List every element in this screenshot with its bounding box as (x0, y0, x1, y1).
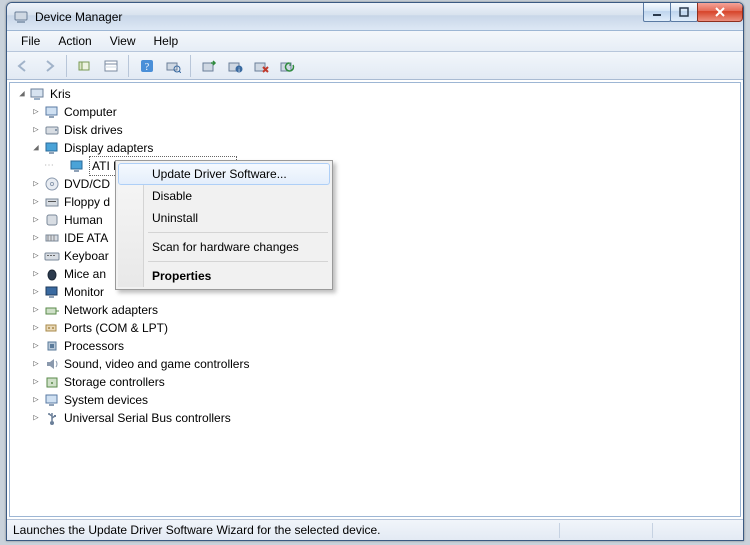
expand-icon[interactable]: ▷ (30, 265, 42, 283)
hid-icon (44, 212, 60, 228)
expand-icon[interactable]: ▷ (30, 373, 42, 391)
expand-icon[interactable]: ▷ (30, 175, 42, 193)
menu-file[interactable]: File (13, 32, 48, 50)
tree-item-network[interactable]: ▷ Network adapters (30, 301, 740, 319)
context-menu: Update Driver Software... Disable Uninst… (115, 160, 333, 290)
menu-action[interactable]: Action (50, 32, 99, 50)
scan-hardware-button[interactable] (161, 55, 185, 77)
app-icon (13, 9, 29, 25)
keyboard-icon (44, 248, 60, 264)
dvd-icon (44, 176, 60, 192)
window-title: Device Manager (35, 10, 122, 24)
expand-icon[interactable]: ▷ (30, 355, 42, 373)
maximize-button[interactable] (670, 2, 698, 22)
disable-button[interactable] (249, 55, 273, 77)
properties-pane-button[interactable] (99, 55, 123, 77)
svg-text:?: ? (145, 62, 150, 73)
monitor-icon (44, 284, 60, 300)
update-driver-button[interactable] (197, 55, 221, 77)
ctx-update-driver[interactable]: Update Driver Software... (118, 163, 330, 185)
ports-icon (44, 320, 60, 336)
expand-icon[interactable]: ▷ (30, 121, 42, 139)
ctx-properties[interactable]: Properties (118, 265, 330, 287)
uninstall-button[interactable]: i (223, 55, 247, 77)
expand-icon[interactable]: ▷ (30, 301, 42, 319)
tree-item-display-adapters[interactable]: ◢ Display adapters (30, 139, 740, 157)
ctx-disable[interactable]: Disable (118, 185, 330, 207)
system-icon (44, 392, 60, 408)
statusbar-text: Launches the Update Driver Software Wiza… (13, 523, 557, 537)
titlebar[interactable]: Device Manager (7, 3, 743, 31)
minimize-button[interactable] (643, 2, 671, 22)
expand-icon[interactable]: ▷ (30, 337, 42, 355)
tree-item-storage[interactable]: ▷ Storage controllers (30, 373, 740, 391)
collapse-icon[interactable]: ◢ (16, 85, 28, 103)
menu-view[interactable]: View (102, 32, 144, 50)
expand-icon[interactable]: ▷ (30, 283, 42, 301)
close-button[interactable] (697, 2, 743, 22)
tree-item-system[interactable]: ▷ System devices (30, 391, 740, 409)
enable-button[interactable] (275, 55, 299, 77)
menu-help[interactable]: Help (146, 32, 187, 50)
tree-item-usb[interactable]: ▷ Universal Serial Bus controllers (30, 409, 740, 427)
storage-icon (44, 374, 60, 390)
caption-buttons (644, 2, 743, 22)
network-icon (44, 302, 60, 318)
help-button[interactable]: ? (135, 55, 159, 77)
ide-icon (44, 230, 60, 246)
expand-icon[interactable]: ▷ (30, 319, 42, 337)
toolbar: ? i (7, 52, 743, 80)
expand-icon[interactable]: ▷ (30, 211, 42, 229)
tree-pane: ◢ Kris ▷ Computer ▷ Disk drives ◢ (9, 82, 741, 517)
toolbar-separator (128, 55, 130, 77)
ctx-separator (148, 261, 328, 262)
tree-item-sound[interactable]: ▷ Sound, video and game controllers (30, 355, 740, 373)
computer-icon (44, 104, 60, 120)
usb-icon (44, 410, 60, 426)
mouse-icon (44, 266, 60, 282)
ctx-separator (148, 232, 328, 233)
expand-icon[interactable]: ▷ (30, 409, 42, 427)
ctx-uninstall[interactable]: Uninstall (118, 207, 330, 229)
ctx-scan-hardware[interactable]: Scan for hardware changes (118, 236, 330, 258)
tree-item-computer[interactable]: ▷ Computer (30, 103, 740, 121)
sound-icon (44, 356, 60, 372)
display-icon (44, 140, 60, 156)
floppy-icon (44, 194, 60, 210)
disk-icon (44, 122, 60, 138)
menubar: File Action View Help (7, 31, 743, 52)
expand-icon[interactable]: ▷ (30, 103, 42, 121)
device-manager-window: Device Manager File Action View Help ? i… (6, 2, 744, 541)
computer-root-icon (30, 86, 46, 102)
cpu-icon (44, 338, 60, 354)
display-icon (69, 158, 85, 174)
back-button[interactable] (11, 55, 35, 77)
tree-root-label: Kris (50, 85, 71, 103)
tree-line: ⋯ (44, 157, 55, 175)
collapse-icon[interactable]: ◢ (30, 139, 42, 157)
show-hidden-button[interactable] (73, 55, 97, 77)
tree-item-disk-drives[interactable]: ▷ Disk drives (30, 121, 740, 139)
forward-button[interactable] (37, 55, 61, 77)
statusbar: Launches the Update Driver Software Wiza… (7, 519, 743, 540)
svg-text:i: i (238, 68, 239, 73)
expand-icon[interactable]: ▷ (30, 229, 42, 247)
toolbar-separator (190, 55, 192, 77)
expand-icon[interactable]: ▷ (30, 391, 42, 409)
expand-icon[interactable]: ▷ (30, 193, 42, 211)
toolbar-separator (66, 55, 68, 77)
tree-root[interactable]: ◢ Kris (16, 85, 740, 103)
tree-item-processors[interactable]: ▷ Processors (30, 337, 740, 355)
tree-item-ports[interactable]: ▷ Ports (COM & LPT) (30, 319, 740, 337)
expand-icon[interactable]: ▷ (30, 247, 42, 265)
